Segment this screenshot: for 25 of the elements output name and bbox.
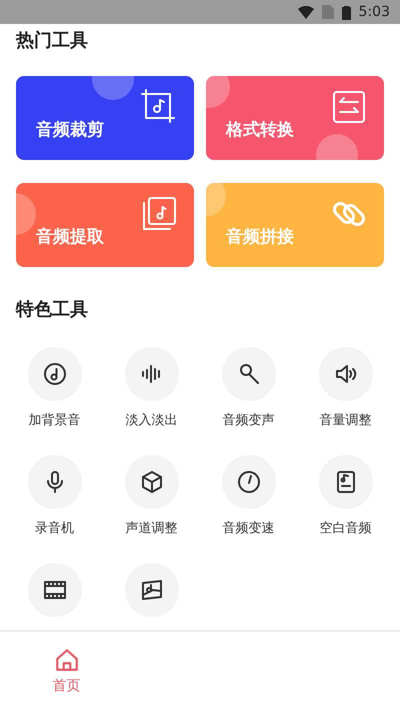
battery-icon	[342, 4, 351, 20]
film-icon	[42, 578, 66, 602]
clock-time: 5:03	[358, 4, 390, 20]
tool-item[interactable]: 加背景音	[6, 347, 103, 429]
tool-item[interactable]: 空白音频	[297, 455, 394, 537]
tool-item[interactable]: 录音机	[6, 455, 103, 537]
tool-card[interactable]: 音频裁剪	[16, 76, 194, 160]
tool-item[interactable]: 音频变声	[200, 347, 297, 429]
gauge-icon	[236, 470, 260, 494]
section-title: 特色工具	[16, 298, 89, 321]
no-sim-icon	[322, 5, 334, 19]
cube-icon	[140, 470, 164, 494]
music-disc-icon	[42, 362, 66, 386]
crop-icon	[140, 88, 178, 126]
tool-item[interactable]: 音量调整	[297, 347, 394, 429]
speaker-icon	[334, 362, 358, 386]
home-icon	[54, 647, 80, 673]
convert-icon	[330, 88, 368, 126]
music-file-icon	[140, 195, 178, 233]
tool-item[interactable]: 声道调整	[103, 455, 200, 537]
tool-item[interactable]: 音频变速	[200, 455, 297, 537]
wifi-icon	[298, 6, 314, 18]
tool-item[interactable]: 淡入淡出	[103, 347, 200, 429]
music-image-icon	[140, 578, 164, 602]
section-title: 热门工具	[16, 29, 89, 52]
